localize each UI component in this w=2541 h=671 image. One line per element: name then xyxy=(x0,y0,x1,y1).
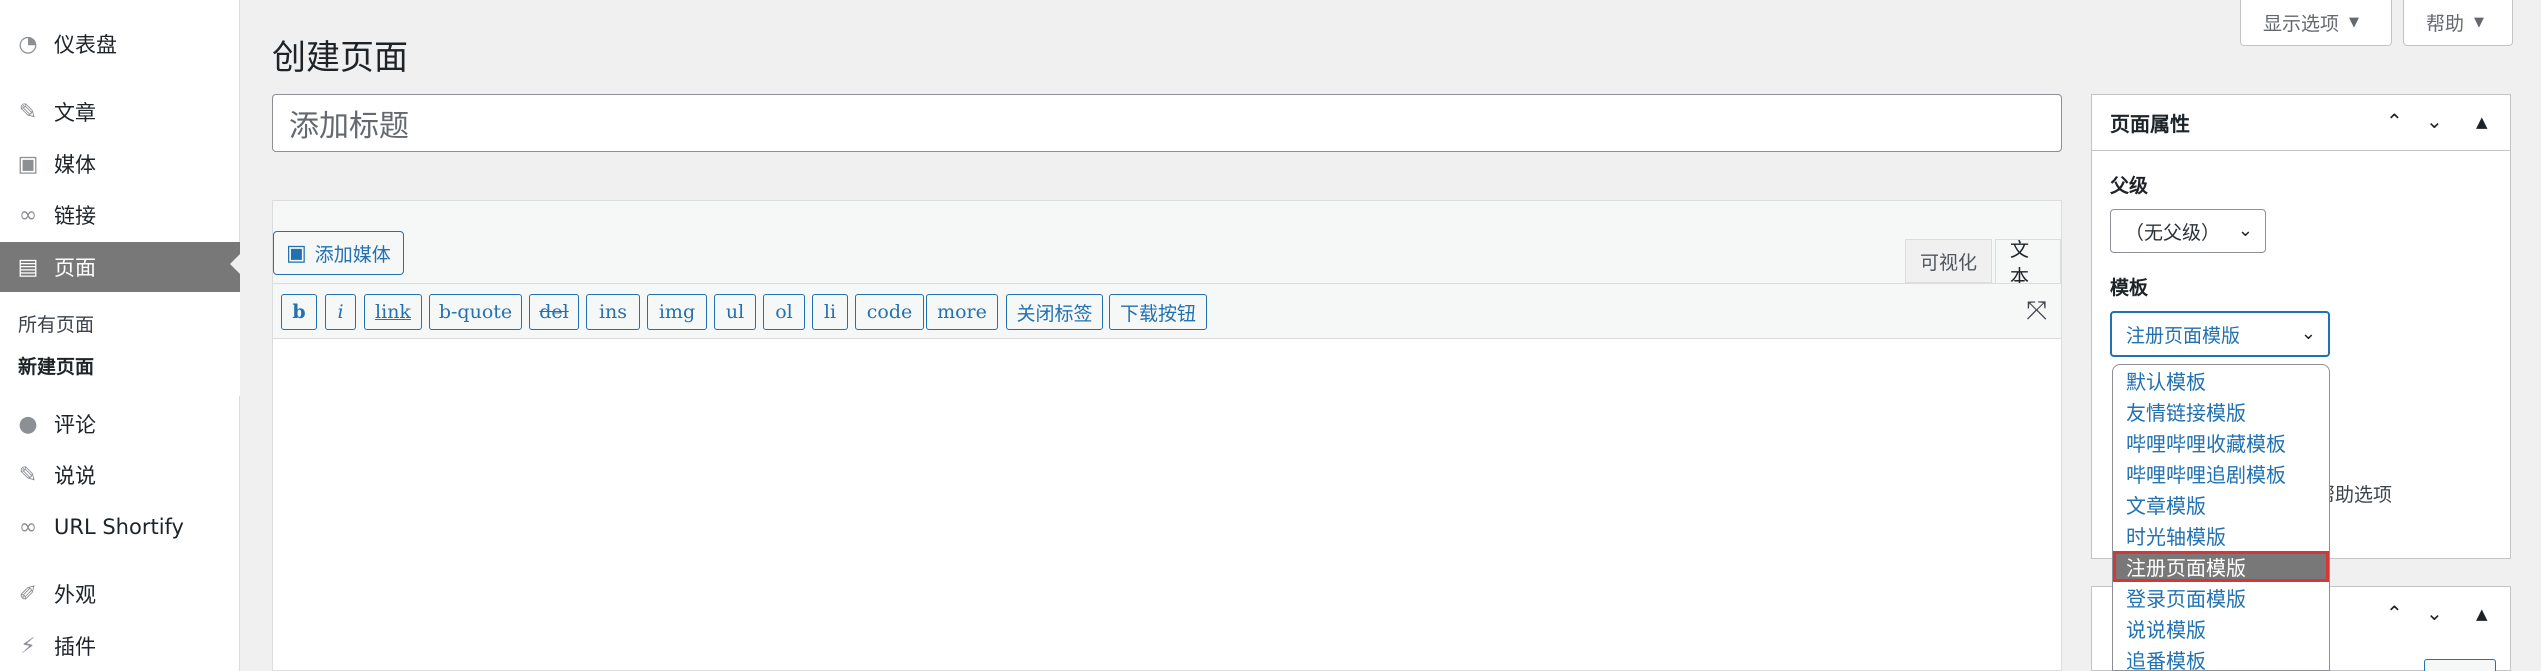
help-label: 帮助 xyxy=(2426,13,2465,35)
sidebar-item-media[interactable]: ▣ 媒体 xyxy=(0,142,240,186)
media-icon: ▣ xyxy=(286,240,307,266)
editor-toolbar-area: ▣ 添加媒体 可视化 文本 xyxy=(273,201,2061,288)
qt-ins-button[interactable]: ins xyxy=(586,294,640,330)
chevron-down-icon: ⌄ xyxy=(2300,323,2316,344)
sidebar-item-label: 链接 xyxy=(54,204,96,228)
dashboard-icon: ◔ xyxy=(18,31,38,57)
tab-visual[interactable]: 可视化 xyxy=(1905,239,1993,283)
move-up-icon[interactable]: ⌃ xyxy=(2386,601,2403,625)
sidebar-item-label: 媒体 xyxy=(54,153,96,177)
sidebar-item-label: 仪表盘 xyxy=(54,33,117,57)
sidebar-item-url-shortify[interactable]: ∞ URL Shortify xyxy=(0,505,240,549)
template-option[interactable]: 登录页面模版 xyxy=(2113,582,2329,613)
qt-download-button[interactable]: 下载按钮 xyxy=(1109,294,1207,330)
qt-code-button[interactable]: code xyxy=(855,294,924,330)
sidebar-item-dashboard[interactable]: ◔ 仪表盘 xyxy=(0,22,240,66)
template-select[interactable]: 注册页面模版 ⌄ xyxy=(2110,311,2330,357)
post-title-input[interactable]: 添加标题 xyxy=(272,94,2062,152)
move-up-icon[interactable]: ⌃ xyxy=(2386,109,2403,133)
comment-icon: ● xyxy=(18,411,38,437)
qt-img-button[interactable]: img xyxy=(647,294,707,330)
screen-options-button[interactable]: 显示选项 ▼ xyxy=(2240,0,2392,46)
template-option[interactable]: 时光轴模版 xyxy=(2113,520,2329,551)
move-down-icon[interactable]: ⌄ xyxy=(2426,109,2443,133)
template-option[interactable]: 哔哩哔哩追剧模板 xyxy=(2113,458,2329,489)
qt-more-button[interactable]: more xyxy=(926,294,998,330)
template-option[interactable]: 文章模版 xyxy=(2113,489,2329,520)
template-option[interactable]: 说说模版 xyxy=(2113,613,2329,644)
chevron-down-icon: ⌄ xyxy=(2237,220,2253,241)
qt-del-button[interactable]: del xyxy=(529,294,579,330)
caret-down-icon: ▼ xyxy=(2349,15,2360,30)
page-title: 创建页面 xyxy=(272,38,408,78)
editor: ▣ 添加媒体 可视化 文本 b i link b-quote del ins i… xyxy=(272,200,2062,671)
sidebar-item-comments[interactable]: ● 评论 xyxy=(0,402,240,446)
toggle-panel-icon[interactable]: ▲ xyxy=(2476,113,2488,131)
quicktags-toolbar: b i link b-quote del ins img ul ol li co… xyxy=(273,283,2061,339)
template-select-value: 注册页面模版 xyxy=(2126,324,2241,347)
template-label: 模板 xyxy=(2110,277,2149,299)
toggle-panel-icon[interactable]: ▲ xyxy=(2476,605,2488,623)
fullscreen-icon[interactable]: ⤧ xyxy=(2026,296,2047,327)
sidebar-item-label: 评论 xyxy=(54,413,96,437)
qt-ol-button[interactable]: ol xyxy=(763,294,805,330)
parent-label: 父级 xyxy=(2110,175,2149,197)
template-option[interactable]: 哔哩哔哩收藏模板 xyxy=(2113,427,2329,458)
parent-select[interactable]: （无父级） ⌄ xyxy=(2110,209,2266,253)
qt-italic-button[interactable]: i xyxy=(325,294,356,330)
template-option-selected[interactable]: 注册页面模版 xyxy=(2113,551,2329,582)
panel-title: 页面属性 xyxy=(2092,95,2510,151)
qt-close-tags-button[interactable]: 关闭标签 xyxy=(1006,294,1103,330)
sidebar-item-label: URL Shortify xyxy=(54,515,184,539)
help-button[interactable]: 帮助 ▼ xyxy=(2403,0,2513,46)
sidebar-item-label: 页面 xyxy=(54,256,96,280)
pin-icon: ✎ xyxy=(18,99,38,125)
sidebar-item-posts[interactable]: ✎ 文章 xyxy=(0,90,240,134)
qt-bquote-button[interactable]: b-quote xyxy=(429,294,522,330)
qt-ul-button[interactable]: ul xyxy=(714,294,756,330)
sidebar-item-label: 外观 xyxy=(54,583,96,607)
parent-select-value: （无父级） xyxy=(2125,221,2221,244)
qt-link-button[interactable]: link xyxy=(364,294,422,330)
sidebar-item-label: 说说 xyxy=(54,464,96,488)
tab-text[interactable]: 文本 xyxy=(1995,239,2061,288)
page-icon: ▤ xyxy=(17,254,39,280)
template-option[interactable]: 默认模板 xyxy=(2113,365,2329,396)
media-icon: ▣ xyxy=(17,151,39,177)
template-option[interactable]: 友情链接模版 xyxy=(2113,396,2329,427)
admin-sidebar: ◔ 仪表盘 ✎ 文章 ▣ 媒体 ∞ 链接 ▤ 页面 所有页面 新建页面 ● 评论… xyxy=(0,0,240,671)
sidebar-item-links[interactable]: ∞ 链接 xyxy=(0,193,240,237)
sidebar-item-shuoshuo[interactable]: ✎ 说说 xyxy=(0,453,240,497)
sidebar-item-label: 插件 xyxy=(54,635,96,659)
template-option[interactable]: 追番模板 xyxy=(2113,644,2329,670)
submenu-new-page[interactable]: 新建页面 xyxy=(18,352,94,379)
plugin-icon: ⚡ xyxy=(20,633,36,659)
template-dropdown-list: 默认模板 友情链接模版 哔哩哔哩收藏模板 哔哩哔哩追剧模板 文章模版 时光轴模版… xyxy=(2112,364,2330,671)
secondary-panel-button[interactable] xyxy=(2424,659,2496,671)
qt-bold-button[interactable]: b xyxy=(281,294,317,330)
sidebar-item-pages[interactable]: ▤ 页面 xyxy=(0,242,240,292)
screen-options-label: 显示选项 xyxy=(2263,13,2340,35)
add-media-label: 添加媒体 xyxy=(314,243,391,266)
pages-submenu: 所有页面 新建页面 xyxy=(0,292,240,396)
link-icon: ∞ xyxy=(18,202,38,228)
pin-icon: ✎ xyxy=(18,462,38,488)
link-icon: ∞ xyxy=(18,514,38,540)
sidebar-item-plugins[interactable]: ⚡ 插件 xyxy=(0,624,240,668)
sidebar-item-label: 文章 xyxy=(54,101,96,125)
submenu-all-pages[interactable]: 所有页面 xyxy=(18,310,94,337)
brush-icon: ✐ xyxy=(18,581,38,607)
add-media-button[interactable]: ▣ 添加媒体 xyxy=(273,231,404,275)
qt-li-button[interactable]: li xyxy=(812,294,848,330)
caret-down-icon: ▼ xyxy=(2474,15,2485,30)
sidebar-item-appearance[interactable]: ✐ 外观 xyxy=(0,572,240,616)
move-down-icon[interactable]: ⌄ xyxy=(2426,601,2443,625)
